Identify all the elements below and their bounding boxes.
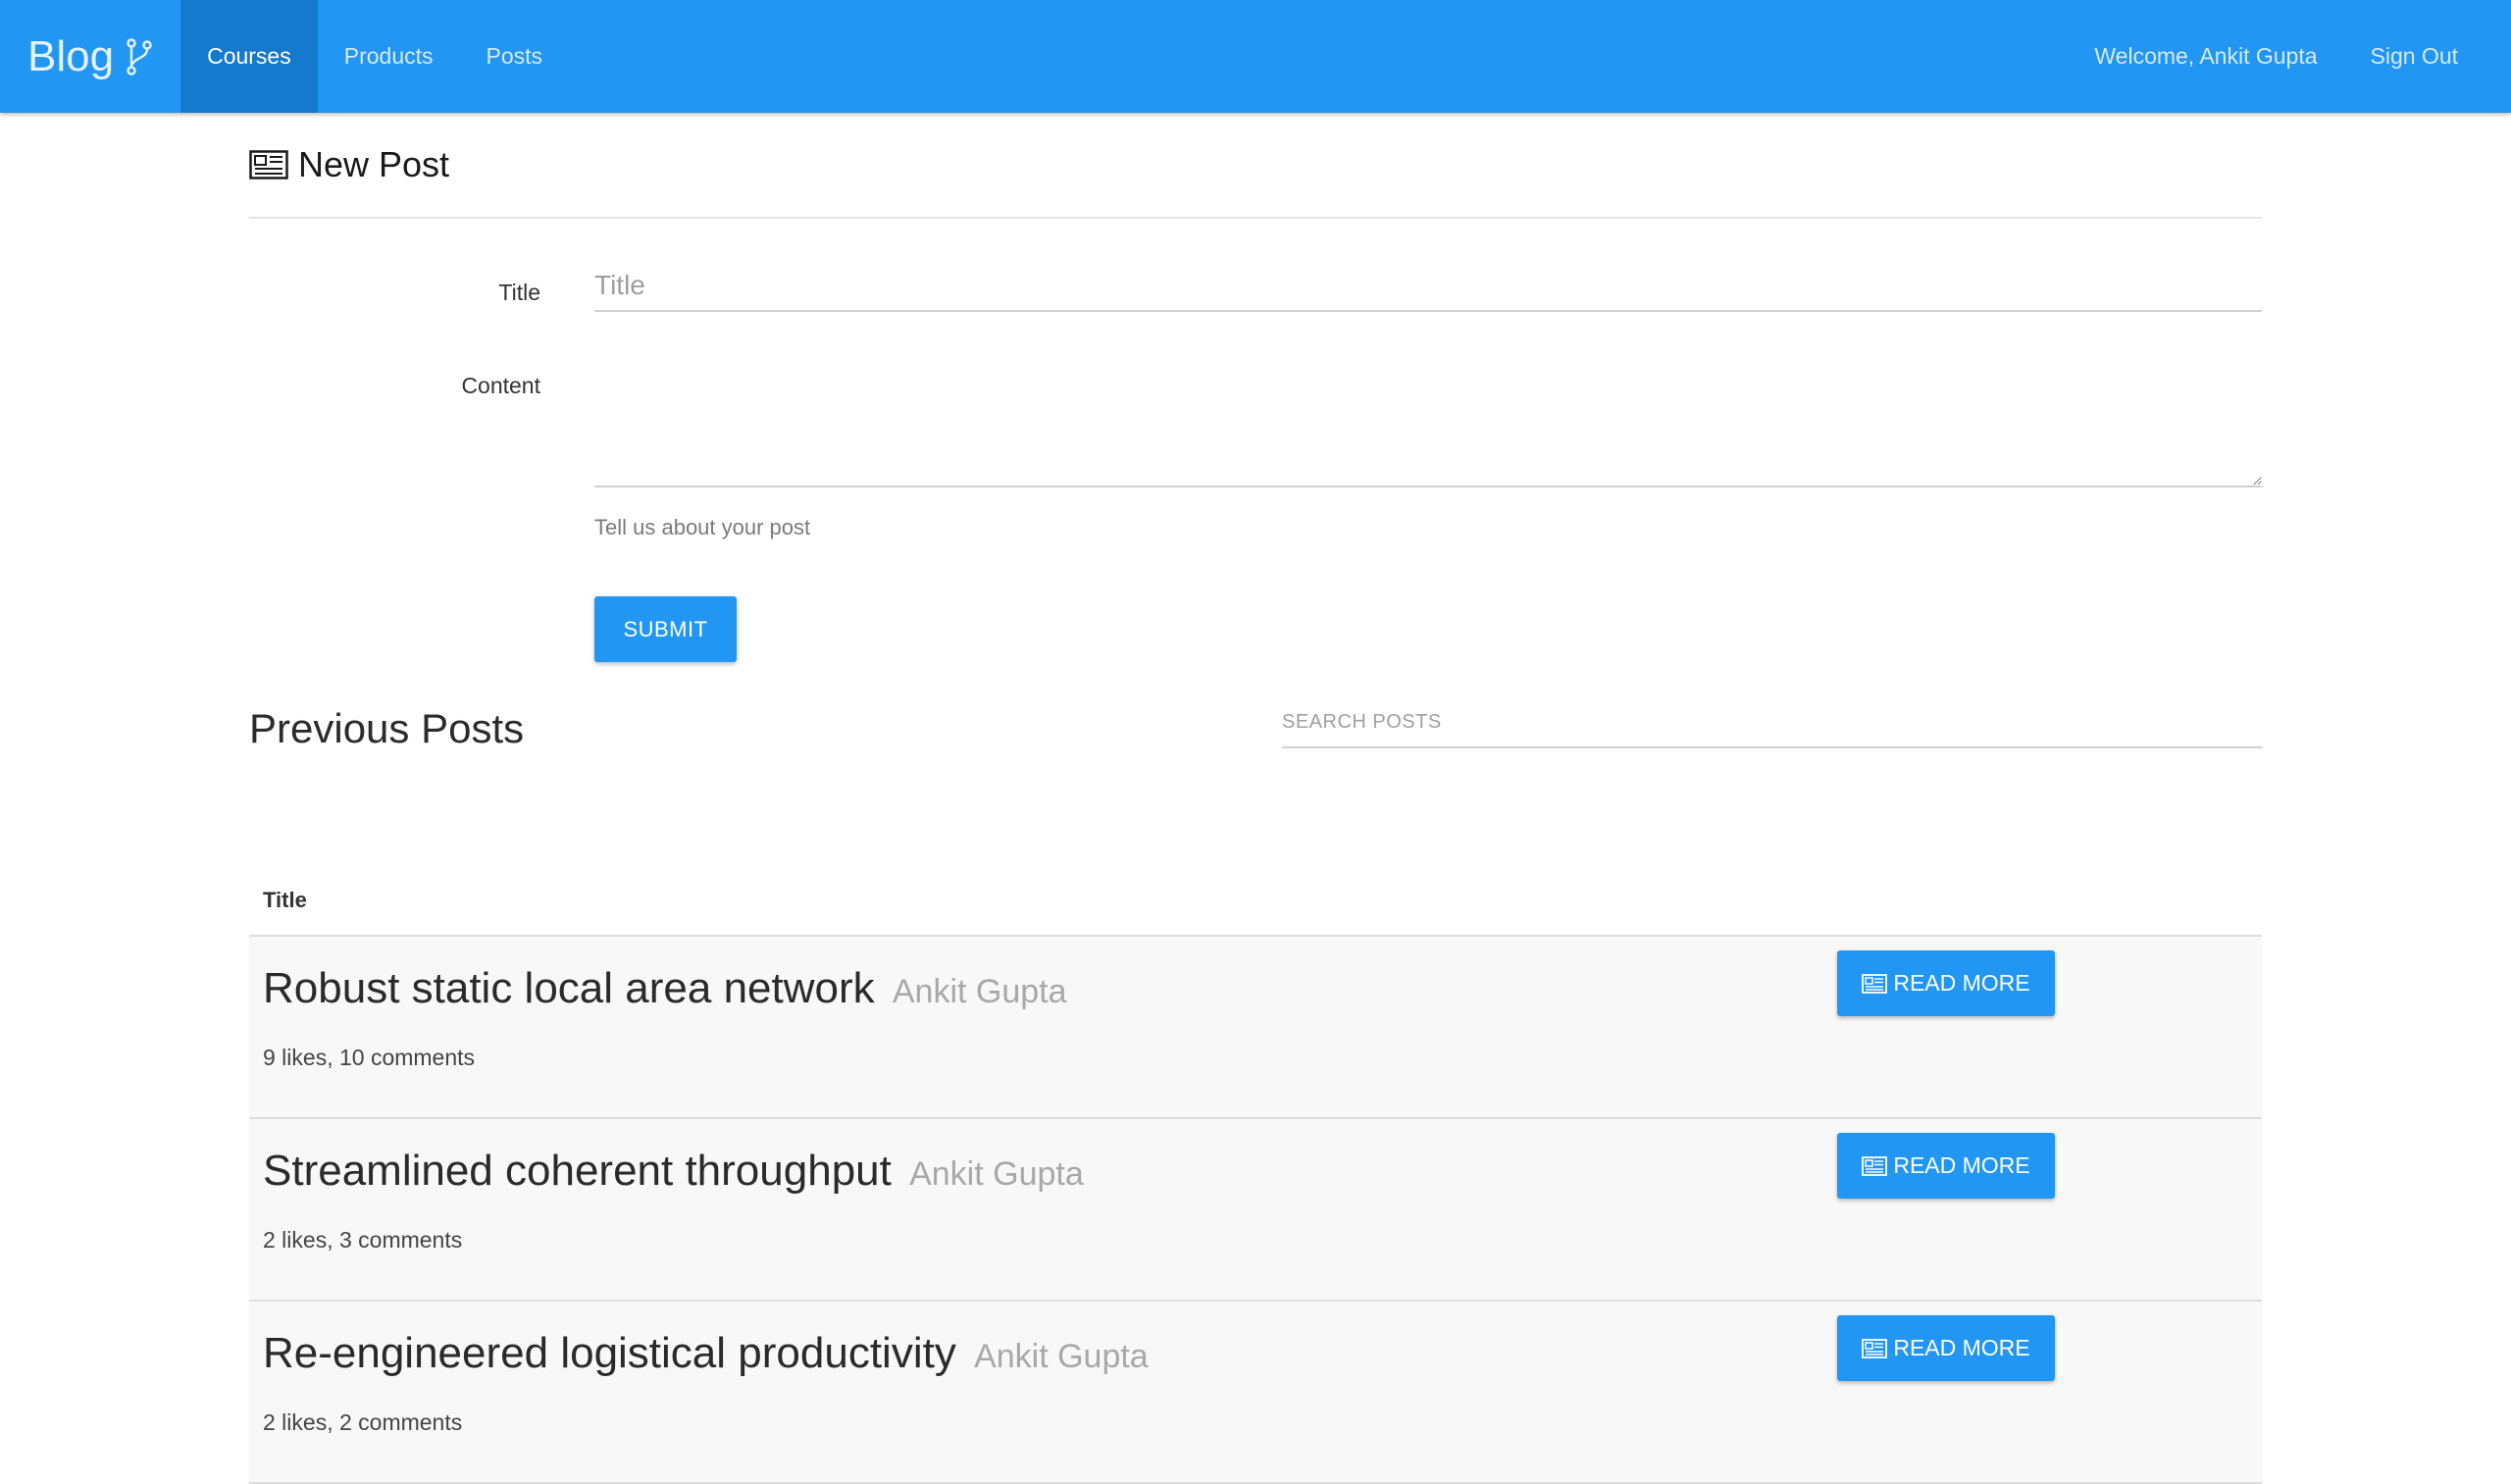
posts-rows: Robust static local area network Ankit G… (249, 937, 2262, 1484)
post-title-text: Streamlined coherent throughput (263, 1147, 892, 1195)
read-more-button[interactable]: READ MORE (1837, 1315, 2055, 1381)
post-author: Ankit Gupta (974, 1338, 1149, 1375)
brand-link[interactable]: Blog (0, 0, 180, 113)
table-row: Re-engineered logistical productivity An… (249, 1302, 2262, 1484)
column-header-title: Title (263, 888, 307, 913)
new-post-header: New Post (249, 113, 2262, 219)
newspaper-icon (249, 150, 288, 179)
read-more-label: READ MORE (1893, 1152, 2029, 1179)
read-more-button[interactable]: READ MORE (1837, 1133, 2055, 1199)
read-more-label: READ MORE (1893, 970, 2029, 997)
read-more-button[interactable]: READ MORE (1837, 950, 2055, 1016)
post-title-text: Re-engineered logistical productivity (263, 1329, 956, 1377)
post-title: Streamlined coherent throughput Ankit Gu… (263, 1147, 1084, 1196)
top-navbar: Blog Courses Products Posts Welcome, Ank… (0, 0, 2511, 113)
post-author: Ankit Gupta (909, 1155, 1084, 1193)
main-content: New Post Title Content Tell us about you… (249, 113, 2262, 219)
post-stats: 9 likes, 10 comments (263, 1045, 475, 1071)
content-textarea[interactable] (594, 355, 2262, 487)
newspaper-icon (1862, 1339, 1887, 1358)
table-row: Robust static local area network Ankit G… (249, 937, 2262, 1119)
post-author: Ankit Gupta (893, 973, 1067, 1010)
welcome-user[interactable]: Welcome, Ankit Gupta (2068, 0, 2343, 113)
newspaper-icon (1862, 1156, 1887, 1176)
table-row: Streamlined coherent throughput Ankit Gu… (249, 1119, 2262, 1302)
post-stats: 2 likes, 2 comments (263, 1409, 462, 1436)
post-title: Re-engineered logistical productivity An… (263, 1329, 1149, 1378)
previous-posts-heading: Previous Posts (249, 705, 524, 752)
nav-courses[interactable]: Courses (180, 0, 318, 113)
newspaper-icon (1862, 974, 1887, 994)
post-title-text: Robust static local area network (263, 964, 875, 1012)
content-help-text: Tell us about your post (594, 515, 810, 540)
content-label: Content (249, 373, 540, 399)
post-stats: 2 likes, 3 comments (263, 1227, 462, 1254)
post-title: Robust static local area network Ankit G… (263, 964, 1067, 1013)
search-posts-input[interactable] (1282, 697, 2262, 748)
title-label: Title (249, 280, 540, 306)
nav-spacer (569, 0, 2068, 113)
nav-posts[interactable]: Posts (460, 0, 570, 113)
fork-icon (124, 37, 153, 77)
sign-out-link[interactable]: Sign Out (2344, 0, 2511, 113)
read-more-label: READ MORE (1893, 1335, 2029, 1361)
submit-button[interactable]: SUBMIT (594, 596, 737, 662)
title-input[interactable] (594, 260, 2262, 312)
brand-label: Blog (27, 32, 114, 81)
nav-products[interactable]: Products (318, 0, 460, 113)
new-post-title: New Post (298, 144, 449, 185)
